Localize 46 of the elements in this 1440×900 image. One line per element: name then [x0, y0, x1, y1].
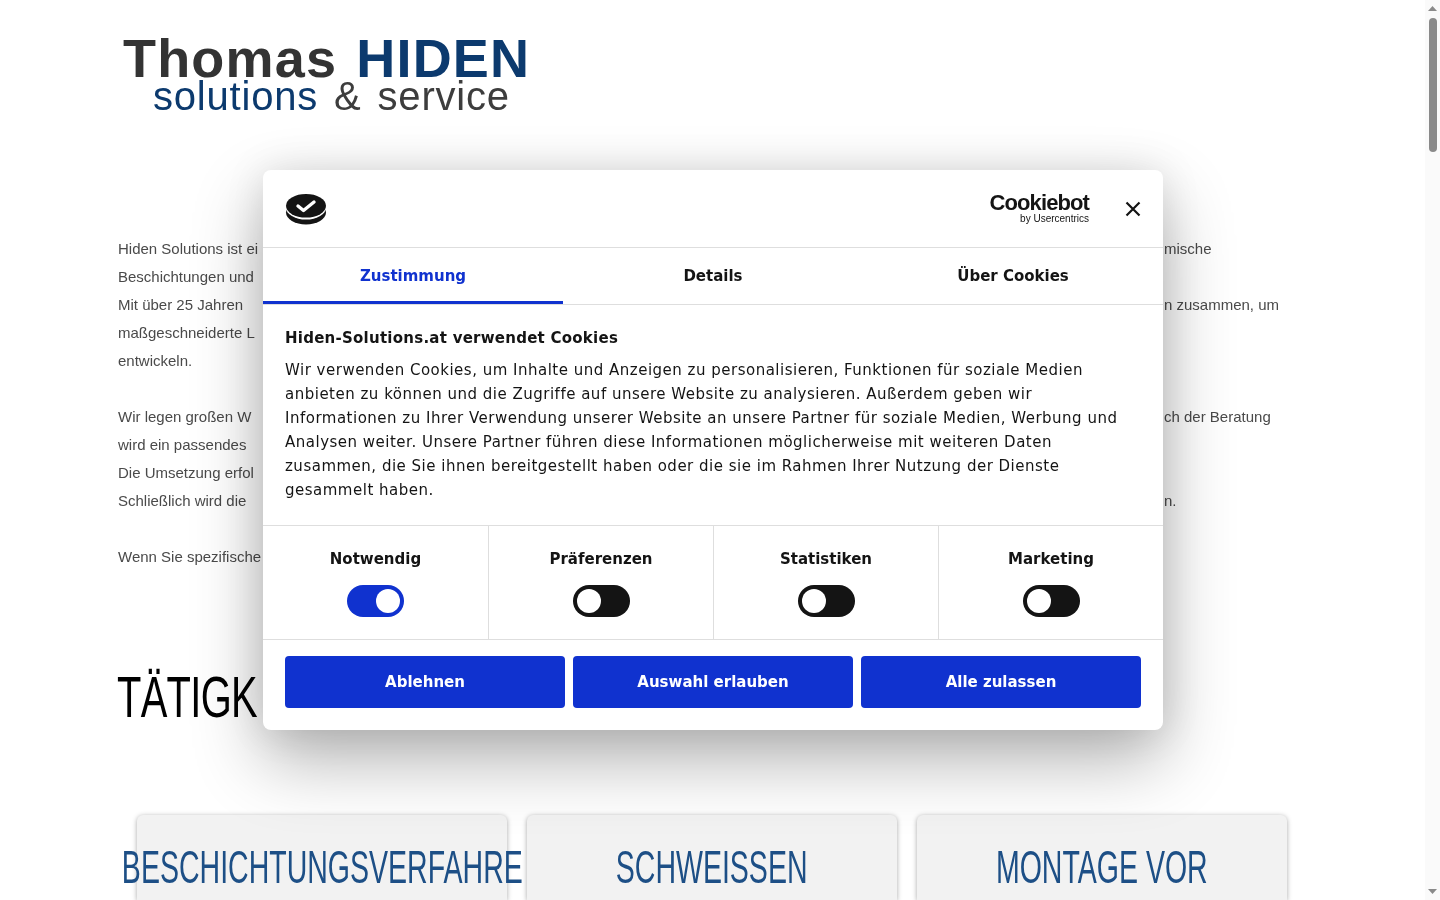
logo-name-word: HIDEN — [356, 35, 531, 81]
disc-check-icon — [285, 192, 327, 225]
paragraph-text-fragment: Wenn Sie spezifische — [118, 547, 262, 567]
close-icon — [1125, 200, 1141, 217]
down-triangle-icon[interactable] — [1428, 889, 1437, 894]
up-triangle-icon[interactable] — [1428, 6, 1437, 11]
brand-name: Cookiebot — [989, 193, 1089, 213]
brand-tagline: by Usercentrics — [1020, 213, 1089, 224]
toggle-switch[interactable] — [347, 585, 404, 617]
paragraph-text-fragment: Beschichtungen und — [118, 267, 254, 287]
paragraph-text-fragment: n zusammen, um — [1164, 295, 1280, 315]
dialog-description: Wir verwenden Cookies, um Inhalte und Anzeigen zu personalisieren, Funktionen für soziale Medien anbieten zu können und die Zugriffe auf unsere Website zu analysieren. Außerdem geben wir Informationen zu Ihrer Verwendung unserer Website an unsere Partner für soziale Medien, Werbung und Analysen weiter. Unsere Partner führen diese Informationen möglicherweise mit weiteren Daten zusammen, die Sie ihnen bereitgestellt haben oder die sie im Rahmen Ihrer Nutzung der Dienste gesammelt haben. — [285, 360, 1119, 501]
category-label: Präferenzen — [549, 549, 653, 570]
paragraph-text-fragment: Die Umsetzung erfol — [118, 463, 254, 483]
paragraph-text-fragment: maßgeschneiderte L — [118, 323, 255, 343]
consent-button[interactable]: Ablehnen — [285, 656, 565, 708]
paragraph-text-fragment: mische — [1164, 239, 1212, 259]
logo-name-word: Thomas — [123, 35, 338, 81]
card-title: BESCHICHTUNGSVERFAHRE — [121, 844, 523, 890]
toggle-switch[interactable] — [572, 585, 630, 617]
paragraph-text-fragment: Hiden Solutions ist ei — [118, 239, 259, 259]
dialog-title: Hiden-Solutions.at verwendet Cookies — [285, 328, 620, 349]
paragraph-text-fragment: wird ein passendes — [118, 435, 247, 455]
logo-tagline-word: solutions — [153, 79, 319, 113]
consent-button[interactable]: Auswahl erlauben — [573, 656, 853, 708]
dialog-tab[interactable]: Zustimmung — [263, 248, 563, 304]
scrollbar-thumb[interactable] — [1428, 18, 1437, 152]
section-heading: TÄTIGK — [117, 669, 257, 726]
toggle-switch[interactable] — [797, 585, 855, 617]
paragraph-text-fragment: ch der Beratung — [1164, 407, 1271, 427]
toggle-switch[interactable] — [1022, 585, 1080, 617]
logo-tagline-word: & — [334, 79, 362, 113]
paragraph-text-fragment: Schließlich wird die — [118, 491, 247, 511]
category-label: Notwendig — [329, 549, 422, 570]
paragraph-text-fragment: n. — [1164, 491, 1177, 511]
dialog-tab[interactable]: Über Cookies — [863, 248, 1163, 304]
paragraph-text-fragment: entwickeln. — [118, 351, 193, 371]
category-label: Statistiken — [779, 549, 873, 570]
card-title: MONTAGE VOR — [996, 844, 1208, 890]
category-label: Marketing — [1008, 549, 1094, 570]
dialog-tab[interactable]: Details — [563, 248, 863, 304]
card-title: SCHWEISSEN — [616, 844, 808, 890]
logo-tagline-word: service — [377, 79, 510, 113]
paragraph-text-fragment: Mit über 25 Jahren — [118, 295, 244, 315]
consent-button[interactable]: Alle zulassen — [861, 656, 1141, 708]
paragraph-text-fragment: Wir legen großen W — [118, 407, 252, 427]
